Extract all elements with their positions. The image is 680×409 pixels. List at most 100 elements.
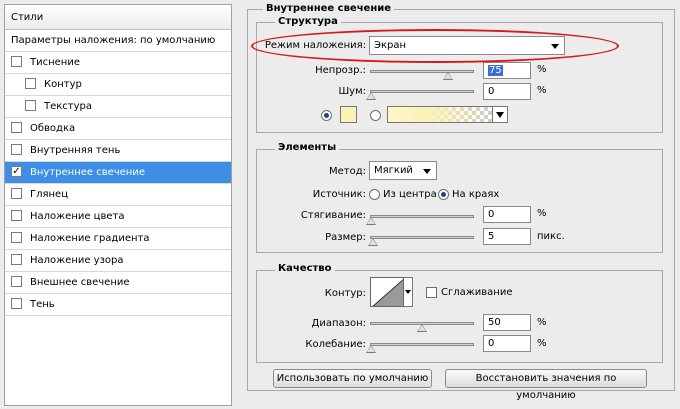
style-checkbox[interactable] <box>11 143 22 155</box>
style-checkbox[interactable] <box>25 77 36 89</box>
styles-header[interactable]: Стили <box>5 5 231 30</box>
sidebar-item[interactable]: Наложение цвета <box>5 206 231 228</box>
sidebar-item[interactable]: Тень <box>5 294 231 316</box>
slider-thumb[interactable] <box>417 324 427 332</box>
reset-default-button[interactable]: Восстановить значения по умолчанию <box>445 369 647 401</box>
sidebar-item-label: Внутренняя тень <box>30 145 121 156</box>
choke-unit: % <box>537 208 547 219</box>
source-center-radio[interactable] <box>369 189 380 200</box>
sidebar-item[interactable]: Наложение градиента <box>5 228 231 250</box>
source-edge-label: На краях <box>452 189 500 200</box>
style-checkbox[interactable] <box>11 187 22 199</box>
technique-select[interactable]: Мягкий <box>369 161 437 180</box>
elements-title: Элементы <box>275 142 340 153</box>
noise-label: Шум: <box>338 86 366 97</box>
contour-preview[interactable] <box>370 277 404 307</box>
antialias-label: Сглаживание <box>441 287 513 298</box>
sidebar-item-blending-options[interactable]: Параметры наложения: по умолчанию <box>5 30 231 52</box>
range-label: Диапазон: <box>311 318 366 329</box>
gradient-dropdown[interactable] <box>492 106 508 123</box>
sidebar-item[interactable]: Внутренняя тень <box>5 140 231 162</box>
sidebar-item-label: Наложение градиента <box>30 233 150 244</box>
noise-slider[interactable] <box>366 90 474 100</box>
source-edge-radio[interactable] <box>438 189 449 200</box>
style-checkbox[interactable] <box>11 253 22 265</box>
contour-dropdown[interactable] <box>404 277 413 307</box>
quality-title: Качество <box>275 263 335 274</box>
chevron-down-icon <box>423 169 431 174</box>
jitter-input[interactable]: 0 <box>483 335 531 352</box>
sidebar-item-label: Контур <box>44 79 82 90</box>
choke-label: Стягивание: <box>300 210 366 221</box>
sidebar-item[interactable]: Тиснение <box>5 52 231 74</box>
range-input[interactable]: 50 <box>483 314 531 331</box>
size-input[interactable]: 5 <box>483 228 531 245</box>
contour-label: Контур: <box>324 288 366 299</box>
style-checkbox[interactable] <box>25 99 36 111</box>
slider-thumb[interactable] <box>366 345 376 353</box>
sidebar-item-label: Тень <box>30 299 55 310</box>
styles-list: Стили Параметры наложения: по умолчанию … <box>4 4 232 406</box>
choke-input[interactable]: 0 <box>483 206 531 223</box>
range-slider[interactable] <box>370 322 474 332</box>
sidebar-item-label: Внутреннее свечение <box>30 167 145 178</box>
color-swatch[interactable] <box>340 106 357 123</box>
sidebar-item-label: Наложение цвета <box>30 211 125 222</box>
opacity-unit: % <box>537 64 547 75</box>
technique-label: Метод: <box>328 166 366 177</box>
technique-value: Мягкий <box>374 165 413 176</box>
chevron-down-icon <box>551 44 559 49</box>
structure-title: Структура <box>275 16 341 27</box>
slider-thumb[interactable] <box>442 72 453 80</box>
choke-slider[interactable] <box>366 215 474 225</box>
sidebar-item-label: Глянец <box>30 189 69 200</box>
size-slider[interactable] <box>368 236 474 246</box>
sidebar-item[interactable]: Глянец <box>5 184 231 206</box>
contour-curve-icon <box>372 279 403 306</box>
noise-input[interactable]: 0 <box>483 83 531 100</box>
opacity-slider[interactable] <box>370 70 474 80</box>
sidebar-item[interactable]: ✓ Внутреннее свечение <box>5 162 231 184</box>
gradient-swatch[interactable] <box>387 106 493 123</box>
color-radio[interactable] <box>321 110 332 121</box>
sidebar-item[interactable]: Контур <box>5 74 231 96</box>
style-checkbox[interactable] <box>11 121 22 133</box>
source-center-label: Из центра <box>383 189 437 200</box>
blend-mode-value: Экран <box>374 40 407 51</box>
sidebar-item[interactable]: Обводка <box>5 118 231 140</box>
noise-unit: % <box>537 85 547 96</box>
style-checkbox[interactable] <box>11 55 22 67</box>
jitter-slider[interactable] <box>366 343 474 353</box>
jitter-unit: % <box>537 338 547 349</box>
jitter-label: Колебание: <box>305 339 366 350</box>
panel-title: Внутреннее свечение <box>263 3 395 14</box>
slider-thumb[interactable] <box>368 238 379 246</box>
blend-mode-label: Режим наложения: <box>264 40 366 51</box>
make-default-button[interactable]: Использовать по умолчанию <box>273 369 432 388</box>
sidebar-item[interactable]: Внешнее свечение <box>5 272 231 294</box>
blend-mode-select[interactable]: Экран <box>369 36 565 55</box>
source-label: Источник: <box>312 189 366 200</box>
style-checkbox[interactable]: ✓ <box>11 165 22 177</box>
sidebar-item-label: Внешнее свечение <box>30 277 130 288</box>
range-unit: % <box>537 317 547 328</box>
sidebar-item-label: Обводка <box>30 123 76 134</box>
size-label: Размер: <box>325 232 366 243</box>
style-checkbox[interactable] <box>11 275 22 287</box>
sidebar-item-label: Наложение узора <box>30 255 124 266</box>
slider-thumb[interactable] <box>366 217 376 225</box>
sidebar-item-label: Параметры наложения: по умолчанию <box>11 35 216 46</box>
opacity-label: Непрозр.: <box>315 65 366 76</box>
size-unit: пикс. <box>537 231 565 242</box>
sidebar-item-label: Текстура <box>44 101 93 112</box>
opacity-input[interactable]: 75 <box>483 62 531 79</box>
style-checkbox[interactable] <box>11 209 22 221</box>
gradient-radio[interactable] <box>370 110 381 121</box>
style-checkbox[interactable] <box>11 231 22 243</box>
sidebar-item-label: Тиснение <box>30 57 80 68</box>
style-checkbox[interactable] <box>11 297 22 309</box>
slider-thumb[interactable] <box>366 92 376 100</box>
sidebar-item[interactable]: Текстура <box>5 96 231 118</box>
antialias-checkbox[interactable] <box>426 287 437 298</box>
sidebar-item[interactable]: Наложение узора <box>5 250 231 272</box>
